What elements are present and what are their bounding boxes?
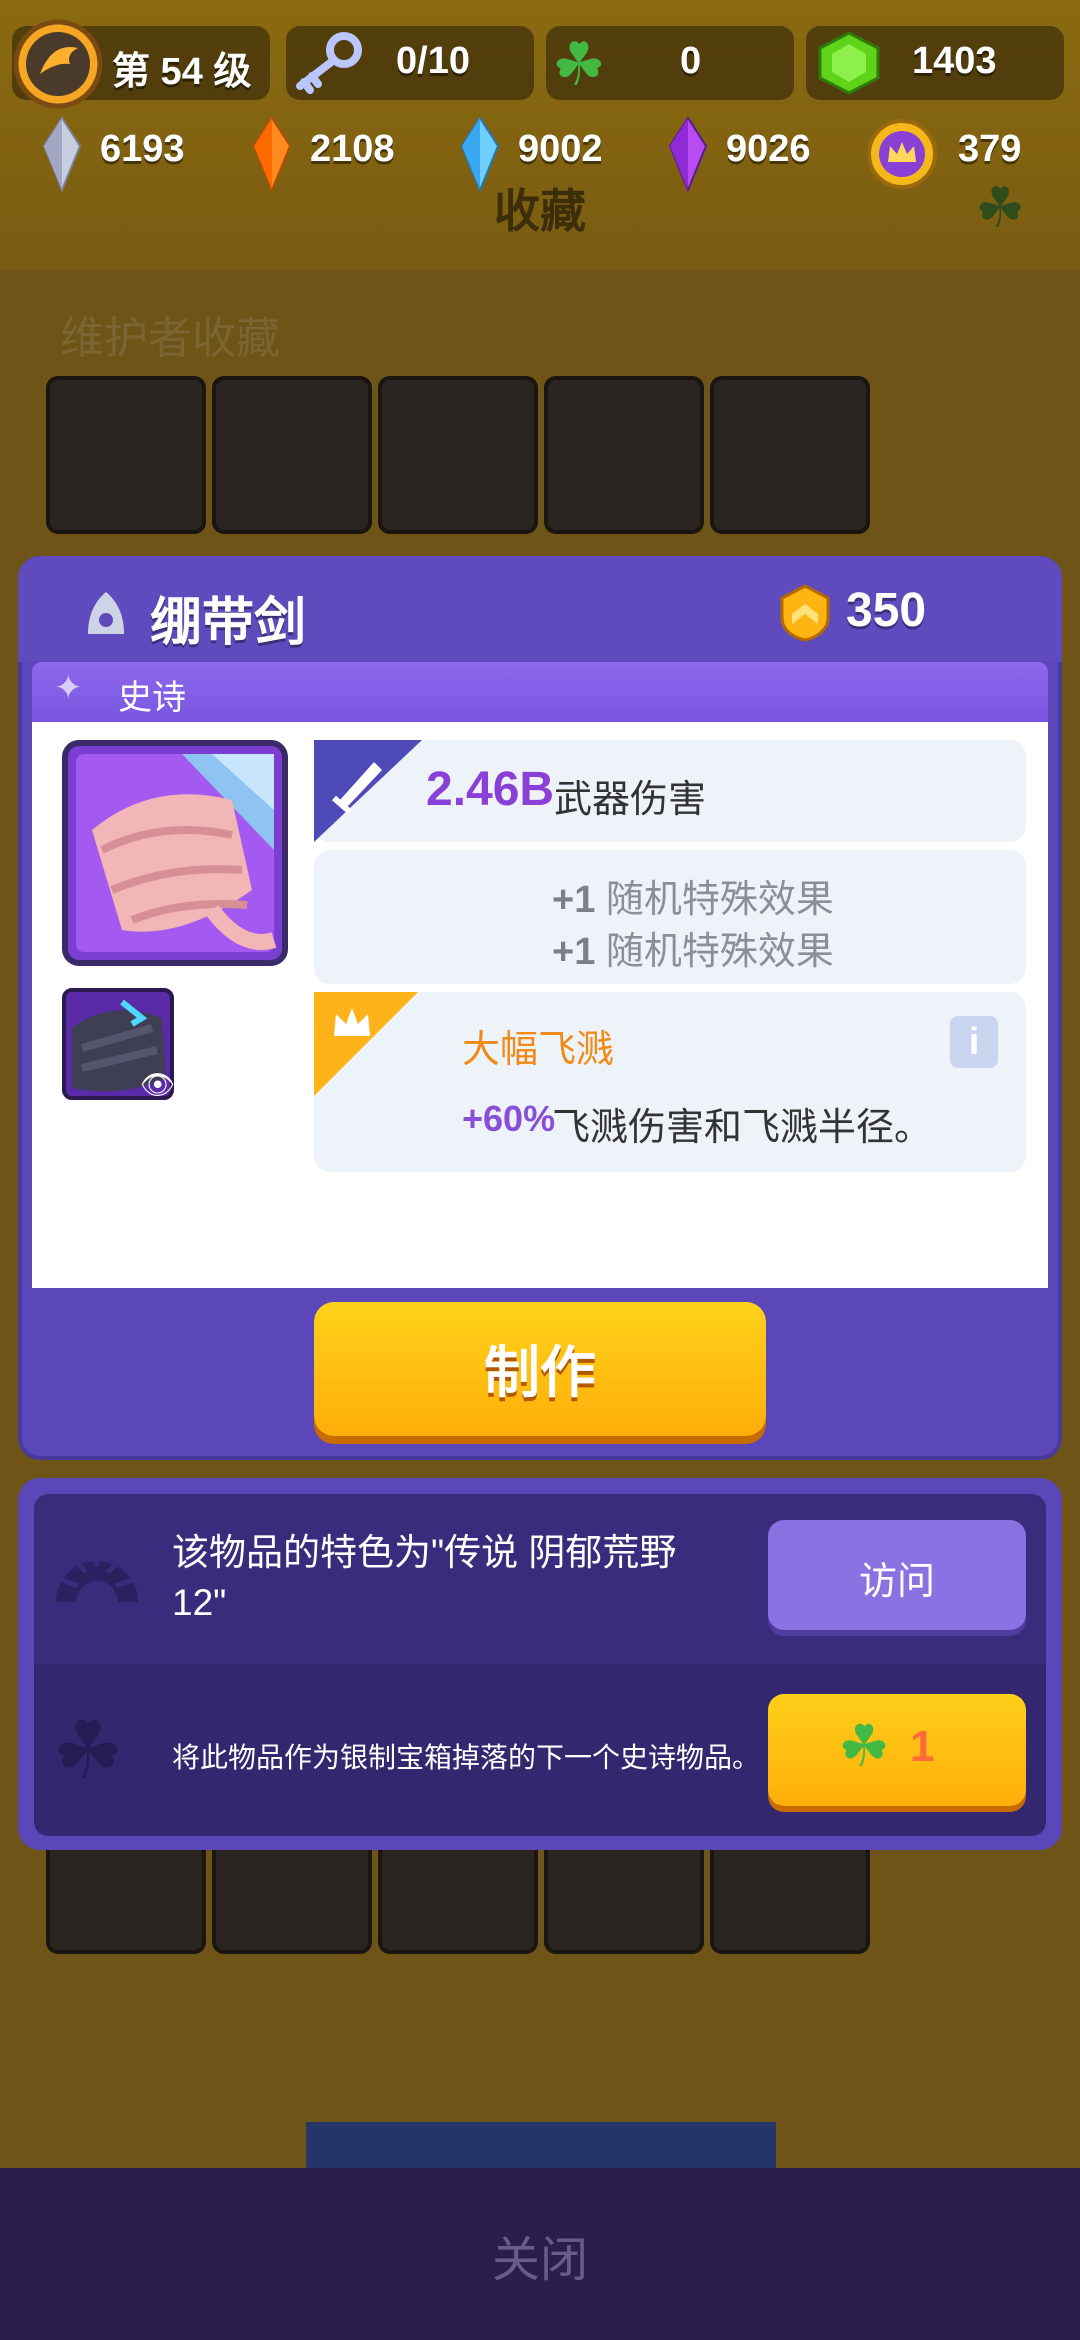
effect-line: +1 随机特殊效果	[552, 920, 834, 975]
collection-slot	[544, 376, 704, 534]
perk-name: 大幅飞溅	[462, 1029, 615, 1071]
blue-crystals-count: 9002	[518, 128, 603, 170]
key-icon	[296, 32, 362, 94]
sparkle-icon: ✦	[54, 669, 83, 707]
effect-prefix: +1	[552, 879, 596, 921]
clover-icon: ☘	[838, 1714, 890, 1779]
purple-crystals-count: 9026	[726, 128, 811, 170]
perk-percent: +60%	[462, 1098, 556, 1139]
collection-slot	[212, 376, 372, 534]
clover-cost: 1	[910, 1722, 935, 1771]
footer-bar	[306, 2122, 776, 2168]
effect-text: 随机特殊效果	[605, 931, 834, 973]
level-wing-icon	[13, 19, 103, 109]
crown-badge-icon	[314, 992, 418, 1096]
info-icon[interactable]: i	[950, 1016, 998, 1068]
perk-description: 飞溅伤害和飞溅半径。	[552, 1107, 933, 1149]
stat-label: 武器伤害	[554, 779, 707, 821]
weapon-type-icon	[88, 592, 124, 634]
silver-crystals-count: 6193	[100, 128, 185, 170]
item-image[interactable]	[62, 740, 288, 966]
item-name: 绷带剑	[150, 594, 307, 652]
clover-button[interactable]	[768, 1694, 1026, 1806]
power-icon	[780, 584, 830, 642]
orange-crystal-icon	[252, 116, 292, 192]
silver-crystal-icon	[42, 116, 82, 192]
eye-icon[interactable]: 👁	[140, 1068, 176, 1101]
crown-icon	[867, 119, 937, 189]
blue-crystal-icon	[460, 116, 500, 192]
collection-slot	[710, 376, 870, 534]
drop-description: 将此物品作为银制宝箱掉落的下一个史诗物品。	[172, 1742, 761, 1773]
rarity-label: 史诗	[118, 679, 186, 717]
green-gems-count: 1403	[912, 40, 997, 82]
feature-text: 该物品的特色为"传说 阴郁荒野 12"	[172, 1532, 677, 1623]
craft-button-label: 制作	[484, 1341, 596, 1404]
effect-text: 随机特殊效果	[605, 879, 834, 921]
collection-slot	[378, 376, 538, 534]
clover-icon: ☘	[975, 176, 1026, 239]
keys-count: 0/10	[396, 40, 470, 82]
arch-icon	[56, 1550, 138, 1602]
clover-icon: ☘	[52, 1706, 124, 1795]
collection-slot	[46, 376, 206, 534]
sword-badge-icon	[314, 740, 422, 842]
clovers-count: 0	[680, 40, 702, 82]
clover-icon: ☘	[552, 31, 606, 98]
level-text: 第 54 级	[112, 51, 252, 93]
collection-section-title: 维护者收藏	[60, 314, 280, 363]
close-button[interactable]: 关闭	[0, 2220, 1080, 2290]
stat-value: 2.46B	[426, 763, 555, 816]
purple-crystal-icon	[668, 116, 708, 192]
visit-button-label: 访问	[858, 1561, 935, 1603]
orange-crystals-count: 2108	[310, 128, 395, 170]
power-value: 350	[846, 584, 927, 637]
effect-prefix: +1	[552, 931, 596, 973]
crowns-count: 379	[958, 128, 1022, 170]
effect-line: +1 随机特殊效果	[552, 868, 834, 923]
green-gem-icon	[818, 31, 880, 95]
